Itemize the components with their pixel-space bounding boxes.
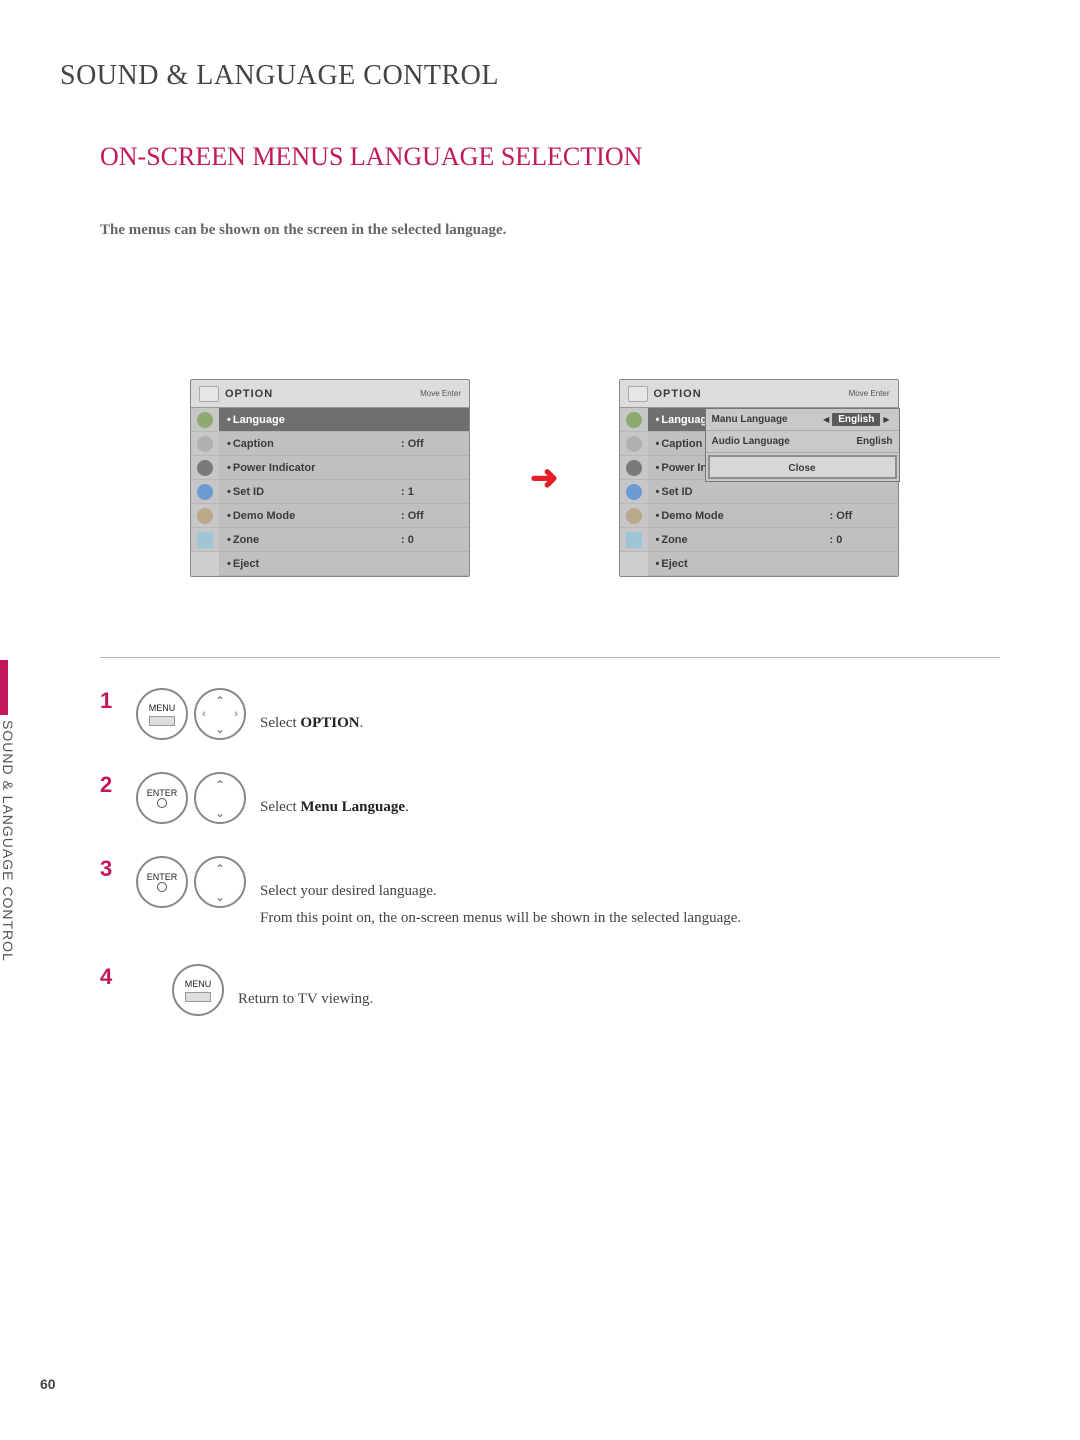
arrow-right-icon[interactable]: ▶ bbox=[880, 415, 892, 424]
divider bbox=[100, 657, 1000, 658]
remote-menu-button: MENU bbox=[136, 688, 188, 740]
osd-row-set-id[interactable]: Set ID: 1 bbox=[219, 480, 469, 504]
step-1: 1 MENU ‹› Select OPTION. bbox=[100, 688, 1000, 740]
arrow-left-icon[interactable]: ◀ bbox=[820, 415, 832, 424]
osd-panel-right: OPTION Move Enter Language Caption Power… bbox=[619, 379, 899, 577]
osd-row-eject[interactable]: Eject bbox=[219, 552, 469, 576]
step-text: Select your desired language. From this … bbox=[260, 856, 741, 932]
osd-row-eject[interactable]: Eject bbox=[648, 552, 898, 576]
section-heading: ON-SCREEN MENUS LANGUAGE SELECTION bbox=[100, 142, 1000, 172]
osd-row-demo-mode[interactable]: Demo Mode: Off bbox=[648, 504, 898, 528]
osd-row-power-indicator[interactable]: Power Indicator bbox=[219, 456, 469, 480]
popup-close-button[interactable]: Close bbox=[708, 455, 897, 479]
osd-icon-column bbox=[191, 408, 219, 576]
osd-icon-column bbox=[620, 408, 648, 576]
step-2: 2 ENTER Select Menu Language. bbox=[100, 772, 1000, 824]
popup-row-audio-language[interactable]: Audio Language English bbox=[706, 431, 899, 453]
remote-updown-icon bbox=[194, 772, 246, 824]
step-text: Return to TV viewing. bbox=[238, 964, 373, 1013]
remote-menu-button: MENU bbox=[172, 964, 224, 1016]
step-number: 2 bbox=[100, 772, 122, 798]
step-number: 1 bbox=[100, 688, 122, 714]
osd-title: OPTION bbox=[225, 388, 420, 400]
intro-text: The menus can be shown on the screen in … bbox=[100, 222, 1000, 239]
language-popup: Manu Language ◀ English ▶ Audio Language… bbox=[705, 408, 900, 482]
remote-enter-button: ENTER bbox=[136, 772, 188, 824]
step-text: Select Menu Language. bbox=[260, 772, 409, 821]
arrow-right-icon: ➜ bbox=[530, 458, 559, 498]
side-tab: SOUND & LANGUAGE CONTROL bbox=[0, 660, 32, 1040]
osd-header-icon bbox=[628, 386, 648, 402]
step-number: 4 bbox=[100, 964, 122, 990]
osd-row-zone[interactable]: Zone: 0 bbox=[648, 528, 898, 552]
side-tab-label: SOUND & LANGUAGE CONTROL bbox=[0, 720, 16, 962]
remote-dpad-icon: ‹› bbox=[194, 688, 246, 740]
popup-row-menu-language[interactable]: Manu Language ◀ English ▶ bbox=[706, 409, 899, 431]
osd-nav-hint: Move Enter bbox=[849, 389, 890, 398]
osd-header-icon bbox=[199, 386, 219, 402]
remote-enter-button: ENTER bbox=[136, 856, 188, 908]
osd-row-set-id[interactable]: Set ID bbox=[648, 480, 898, 504]
osd-panel-left: OPTION Move Enter Language Caption: Off … bbox=[190, 379, 470, 577]
osd-row-caption[interactable]: Caption: Off bbox=[219, 432, 469, 456]
osd-nav-hint: Move Enter bbox=[420, 389, 461, 398]
osd-row-zone[interactable]: Zone: 0 bbox=[219, 528, 469, 552]
step-4: 4 MENU Return to TV viewing. bbox=[100, 964, 1000, 1016]
step-number: 3 bbox=[100, 856, 122, 882]
osd-row-language[interactable]: Language bbox=[219, 408, 469, 432]
page-title: SOUND & LANGUAGE CONTROL bbox=[60, 60, 1000, 92]
osd-title: OPTION bbox=[654, 388, 849, 400]
page-number: 60 bbox=[40, 1376, 56, 1392]
remote-updown-icon bbox=[194, 856, 246, 908]
step-3: 3 ENTER Select your desired language. Fr… bbox=[100, 856, 1000, 932]
step-text: Select OPTION. bbox=[260, 688, 363, 737]
osd-row-demo-mode[interactable]: Demo Mode: Off bbox=[219, 504, 469, 528]
